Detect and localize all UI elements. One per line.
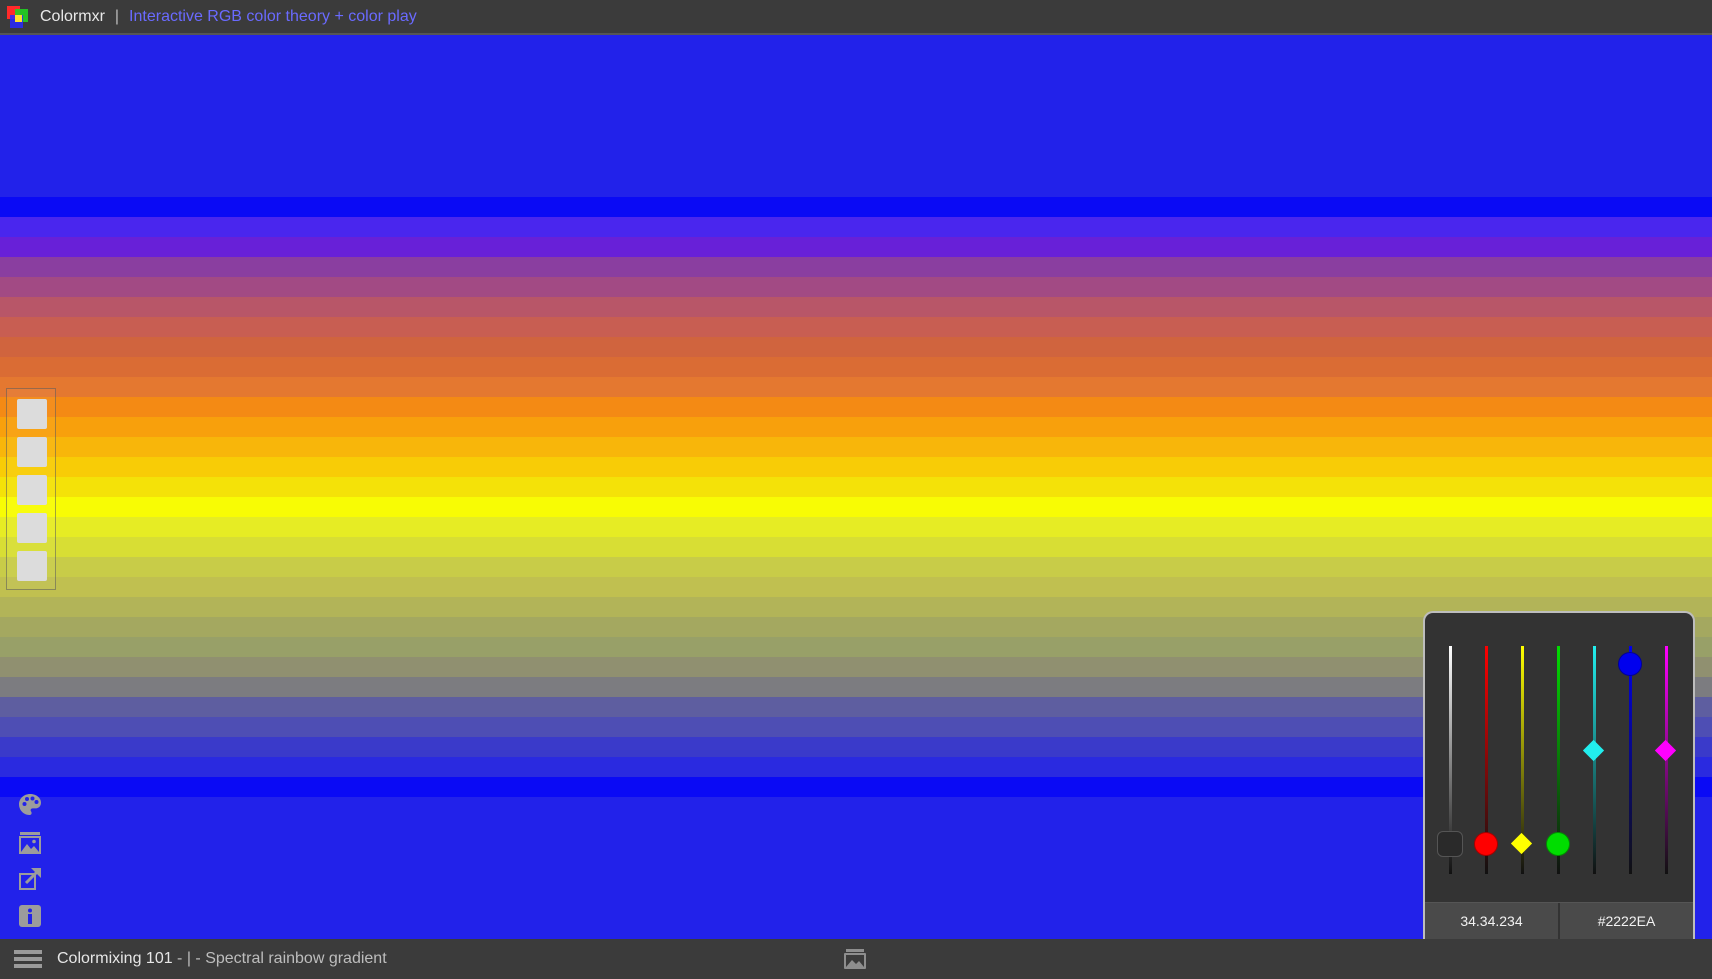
slider-knob-green[interactable] [1546,832,1570,857]
color-swatch[interactable] [17,475,47,505]
color-swatch[interactable] [17,437,47,467]
color-readouts: 34.34.234 #2222EA [1425,902,1693,939]
gradient-band[interactable] [0,257,1712,277]
app-tagline: Interactive RGB color theory + color pla… [129,7,417,25]
gradient-band[interactable] [0,517,1712,537]
gradient-band[interactable] [0,457,1712,477]
color-swatch[interactable] [17,513,47,543]
gradient-band[interactable] [0,557,1712,577]
gradient-band[interactable] [0,377,1712,397]
hex-readout[interactable]: #2222EA [1558,903,1693,939]
app-logo-icon [7,5,29,28]
image-icon[interactable] [843,947,867,971]
gradient-band[interactable] [0,417,1712,437]
slider-track-blue[interactable] [1629,646,1632,874]
info-icon[interactable] [17,903,43,929]
slider-knob-magenta[interactable] [1654,739,1677,761]
gradient-band[interactable] [0,397,1712,417]
palette-icon[interactable] [17,792,43,818]
gradient-band[interactable] [0,277,1712,297]
image-gallery-icon[interactable] [17,830,43,856]
gradient-band[interactable] [0,197,1712,217]
swatch-panel [6,388,56,590]
gradient-band[interactable] [0,317,1712,337]
slider-knob-white[interactable] [1437,831,1463,858]
hamburger-menu-icon[interactable] [14,950,42,969]
gradient-band[interactable] [0,297,1712,317]
top-bar: Colormxr | Interactive RGB color theory … [0,0,1712,35]
title-separator: | [114,7,120,25]
slider-knob-blue[interactable] [1618,652,1642,677]
preset-description: - Spectral rainbow gradient [190,950,387,967]
color-swatch[interactable] [17,399,47,429]
slider-knob-yellow[interactable] [1510,833,1533,855]
slider-knob-red[interactable] [1474,832,1498,857]
gradient-band[interactable] [0,537,1712,557]
gradient-band[interactable] [0,477,1712,497]
bottom-bar: Colormixing 101 - | - Spectral rainbow g… [0,939,1712,979]
preset-separator: - [172,950,187,967]
color-swatch[interactable] [17,551,47,581]
slider-knob-cyan[interactable] [1582,739,1605,761]
gradient-band[interactable] [0,237,1712,257]
gradient-band[interactable] [0,217,1712,237]
rgb-readout[interactable]: 34.34.234 [1425,903,1558,939]
gradient-band[interactable] [0,577,1712,597]
color-mixer-panel: 34.34.234 #2222EA [1423,611,1695,939]
preset-title[interactable]: Colormixing 101 [57,950,173,967]
app-name: Colormxr [40,7,105,25]
gradient-band[interactable] [0,437,1712,457]
gradient-band[interactable] [0,337,1712,357]
export-icon[interactable] [17,866,43,892]
gradient-band[interactable] [0,497,1712,517]
gradient-band[interactable] [0,357,1712,377]
